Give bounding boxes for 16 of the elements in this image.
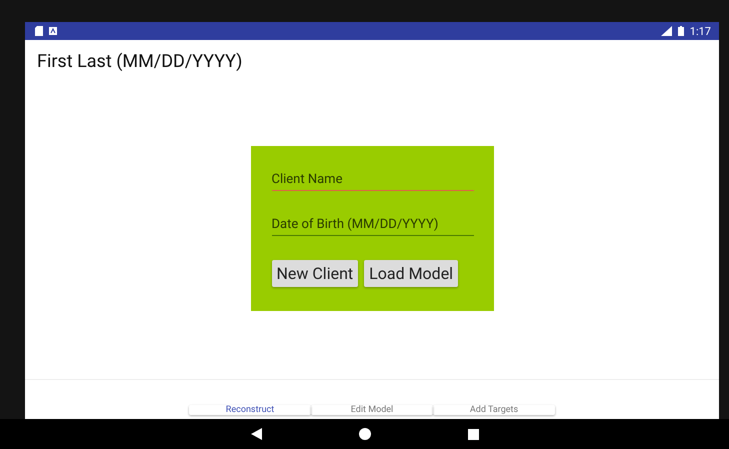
nav-tab[interactable]: Add Targets — [433, 405, 555, 415]
action-button[interactable]: New Client — [272, 260, 358, 287]
battery-icon — [678, 26, 684, 36]
back-icon[interactable] — [250, 428, 262, 440]
sd-card-icon — [35, 26, 43, 36]
status-time: 1:17 — [690, 24, 711, 38]
home-icon[interactable] — [358, 428, 370, 440]
signal-icon — [660, 26, 672, 36]
action-button[interactable]: Load Model — [364, 260, 458, 287]
input-field[interactable]: Date of Birth (MM/DD/YYYY) — [272, 213, 474, 236]
page-title: First Last (MM/DD/YYYY) — [37, 51, 244, 72]
nav-tab[interactable]: Reconstruct — [189, 405, 311, 415]
nav-tab[interactable]: Edit Model — [311, 405, 433, 415]
input-field[interactable]: Client Name — [272, 168, 474, 191]
recents-icon[interactable] — [468, 428, 478, 440]
notification-icon — [49, 27, 57, 35]
